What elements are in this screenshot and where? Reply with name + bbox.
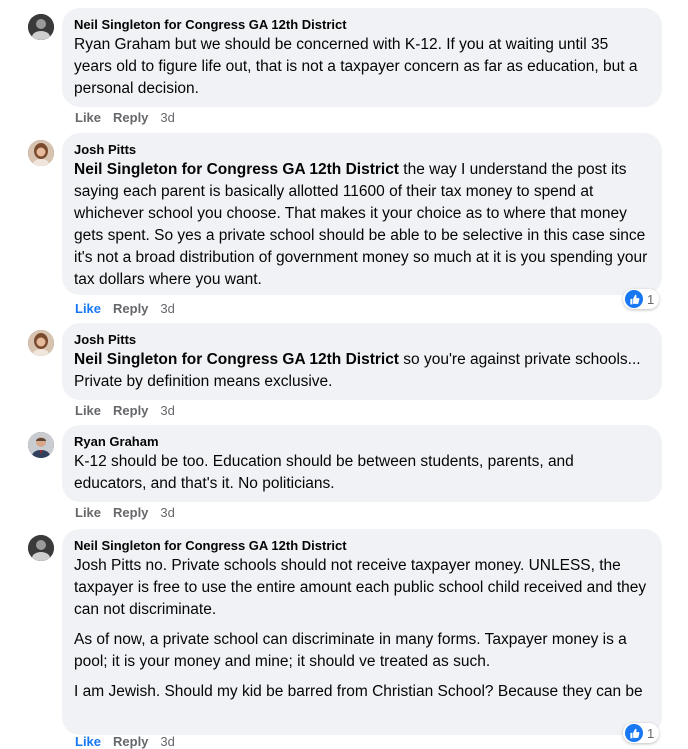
avatar[interactable] [28, 14, 54, 40]
reply-button[interactable]: Reply [113, 301, 148, 316]
comment-bubble: Neil Singleton for Congress GA 12th Dist… [62, 529, 662, 735]
like-button[interactable]: Like [75, 734, 101, 749]
like-button[interactable]: Like [75, 505, 101, 520]
avatar[interactable] [28, 432, 54, 458]
comment-actions: Like Reply 3d [75, 734, 175, 749]
comment-text: K-12 should be too. Education should be … [74, 451, 650, 495]
comment-bubble: Ryan Graham K-12 should be too. Educatio… [62, 425, 662, 502]
comment-author[interactable]: Neil Singleton for Congress GA 12th Dist… [74, 537, 650, 554]
comment-bubble: Josh Pitts Neil Singleton for Congress G… [62, 323, 662, 400]
comment-actions: Like Reply 3d [75, 301, 175, 316]
comment-timestamp[interactable]: 3d [160, 505, 174, 520]
comment-paragraph: I am Jewish. Should my kid be barred fro… [74, 683, 643, 700]
comment-timestamp[interactable]: 3d [160, 734, 174, 749]
reply-button[interactable]: Reply [113, 403, 148, 418]
comment-paragraph: Neil Singleton for Congress GA 12th Dist… [74, 349, 650, 393]
comment-paragraph: Neil Singleton for Congress GA 12th Dist… [74, 159, 650, 291]
avatar[interactable] [28, 140, 54, 166]
comment-author[interactable]: Josh Pitts [74, 141, 650, 158]
comment-paragraph: Ryan Graham but we should be concerned w… [74, 36, 638, 97]
comment-actions: Like Reply 3d [75, 110, 175, 125]
reaction-count: 1 [647, 291, 655, 307]
comment-text: Ryan Graham but we should be concerned w… [74, 34, 650, 100]
comment-text: Neil Singleton for Congress GA 12th Dist… [74, 159, 650, 291]
comment-author[interactable]: Neil Singleton for Congress GA 12th Dist… [74, 16, 650, 33]
comment-timestamp[interactable]: 3d [160, 403, 174, 418]
like-button[interactable]: Like [75, 403, 101, 418]
comment-paragraph: As of now, a private school can discrimi… [74, 631, 627, 670]
like-thumb-icon [625, 290, 643, 308]
reply-button[interactable]: Reply [113, 734, 148, 749]
avatar[interactable] [28, 330, 54, 356]
comment-paragraph-text: the way I understand the post its saying… [74, 161, 648, 288]
reply-button[interactable]: Reply [113, 110, 148, 125]
like-thumb-icon [625, 724, 643, 742]
comment-actions: Like Reply 3d [75, 505, 175, 520]
comment-author[interactable]: Ryan Graham [74, 433, 650, 450]
comment-paragraph: K-12 should be too. Education should be … [74, 453, 574, 492]
comment-timestamp[interactable]: 3d [160, 301, 174, 316]
like-button[interactable]: Like [75, 110, 101, 125]
comment-bubble: Neil Singleton for Congress GA 12th Dist… [62, 8, 662, 107]
like-button[interactable]: Like [75, 301, 101, 316]
comment-text: Neil Singleton for Congress GA 12th Dist… [74, 349, 650, 393]
comment-paragraph: Josh Pitts no. Private schools should no… [74, 557, 647, 618]
comment-actions: Like Reply 3d [75, 403, 175, 418]
comment-author[interactable]: Josh Pitts [74, 331, 650, 348]
comment-text: Josh Pitts no. Private schools should no… [74, 555, 650, 703]
reaction-summary[interactable]: 1 [623, 289, 660, 309]
reaction-count: 1 [647, 725, 655, 741]
avatar[interactable] [28, 535, 54, 561]
reaction-summary[interactable]: 1 [623, 723, 660, 743]
mention-link[interactable]: Neil Singleton for Congress GA 12th Dist… [74, 161, 399, 178]
comment-bubble: Josh Pitts Neil Singleton for Congress G… [62, 133, 662, 295]
comment-timestamp[interactable]: 3d [160, 110, 174, 125]
mention-link[interactable]: Neil Singleton for Congress GA 12th Dist… [74, 351, 399, 368]
reply-button[interactable]: Reply [113, 505, 148, 520]
